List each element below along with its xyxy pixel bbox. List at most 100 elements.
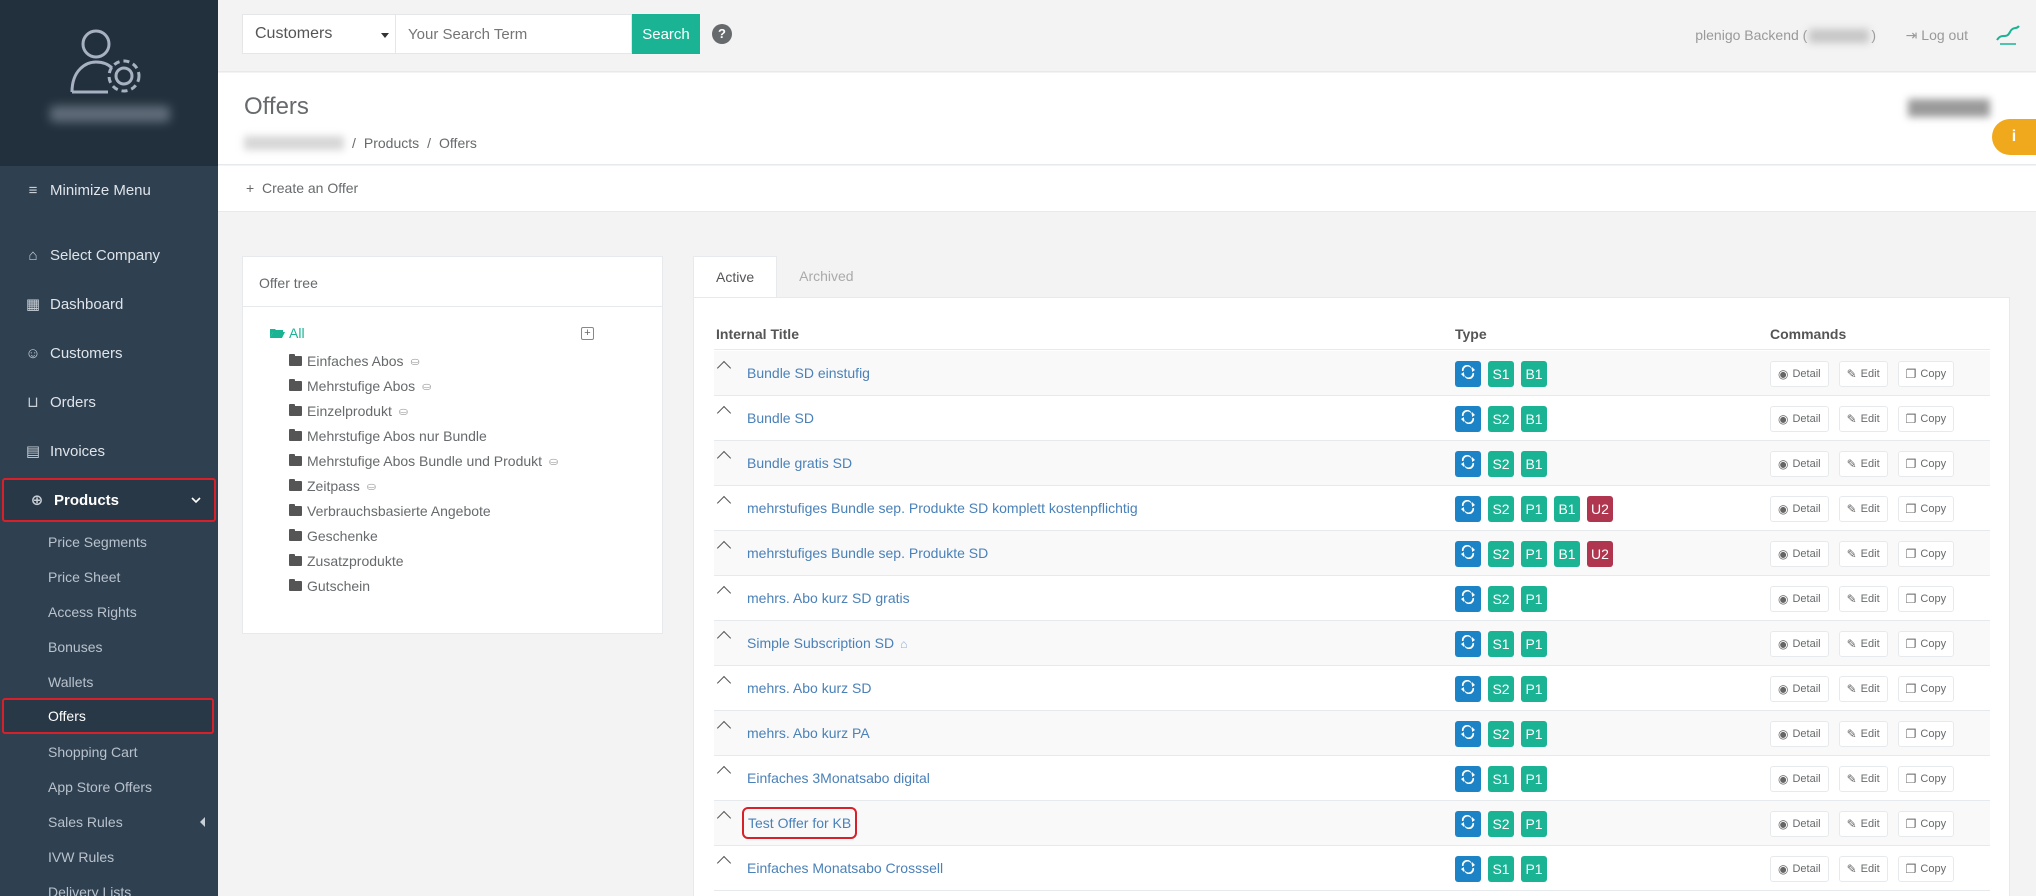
offer-title-link[interactable]: Einfaches Monatsabo Crosssell	[747, 860, 943, 876]
logout-link[interactable]: ⇥ Log out	[1906, 27, 1968, 44]
offer-title-link[interactable]: Test Offer for KB	[742, 807, 858, 839]
sidebar-subitem-bonuses[interactable]: Bonuses	[48, 636, 102, 658]
detail-button[interactable]: ◉ Detail	[1770, 406, 1829, 432]
tree-node[interactable]: Einfaches Abos ⛀	[289, 351, 420, 371]
tree-node-all[interactable]: All	[269, 325, 305, 341]
detail-button[interactable]: ◉ Detail	[1770, 541, 1829, 567]
copy-button[interactable]: ❐ Copy	[1897, 631, 1955, 657]
offer-title-link[interactable]: mehrs. Abo kurz SD	[747, 680, 872, 696]
chevron-up-icon[interactable]	[716, 675, 732, 691]
copy-button[interactable]: ❐ Copy	[1897, 541, 1955, 567]
sidebar-item-products[interactable]: ⊕ Products	[2, 478, 216, 522]
copy-button[interactable]: ❐ Copy	[1897, 361, 1955, 387]
edit-button[interactable]: ✎ Edit	[1838, 676, 1888, 702]
tree-node[interactable]: Einzelprodukt ⛀	[289, 401, 408, 421]
edit-button[interactable]: ✎ Edit	[1838, 721, 1888, 747]
sidebar-subitem-shopping-cart[interactable]: Shopping Cart	[48, 741, 138, 763]
tree-node[interactable]: Geschenke	[289, 526, 378, 546]
sidebar-item-select-company[interactable]: ⌂ Select Company	[0, 233, 218, 277]
edit-button[interactable]: ✎ Edit	[1838, 856, 1888, 882]
edit-button[interactable]: ✎ Edit	[1838, 361, 1888, 387]
sidebar-subitem-sales-rules[interactable]: Sales Rules	[48, 811, 218, 833]
chevron-up-icon[interactable]	[716, 630, 732, 646]
copy-button[interactable]: ❐ Copy	[1897, 586, 1955, 612]
tree-node[interactable]: Mehrstufige Abos ⛀	[289, 376, 431, 396]
chevron-up-icon[interactable]	[716, 540, 732, 556]
offer-title-link[interactable]: Bundle SD	[747, 410, 814, 426]
copy-button[interactable]: ❐ Copy	[1897, 766, 1955, 792]
search-scope-select[interactable]: Customers	[242, 14, 396, 54]
detail-button[interactable]: ◉ Detail	[1770, 451, 1829, 477]
chevron-up-icon[interactable]	[716, 495, 732, 511]
chevron-up-icon[interactable]	[716, 720, 732, 736]
detail-button[interactable]: ◉ Detail	[1770, 631, 1829, 657]
plenigo-logo-icon[interactable]	[1994, 22, 2022, 46]
edit-button[interactable]: ✎ Edit	[1838, 406, 1888, 432]
offer-title-link[interactable]: Bundle gratis SD	[747, 455, 852, 471]
detail-button[interactable]: ◉ Detail	[1770, 811, 1829, 837]
copy-button[interactable]: ❐ Copy	[1897, 856, 1955, 882]
copy-button[interactable]: ❐ Copy	[1897, 496, 1955, 522]
detail-button[interactable]: ◉ Detail	[1770, 721, 1829, 747]
tab-active[interactable]: Active	[693, 256, 778, 298]
detail-button[interactable]: ◉ Detail	[1770, 361, 1829, 387]
offer-title-link[interactable]: mehrs. Abo kurz PA	[747, 725, 870, 741]
tree-node[interactable]: Mehrstufige Abos Bundle und Produkt ⛀	[289, 451, 558, 471]
info-button[interactable]: i	[1992, 119, 2036, 155]
edit-button[interactable]: ✎ Edit	[1838, 631, 1888, 657]
help-icon[interactable]: ?	[712, 24, 732, 44]
detail-button[interactable]: ◉ Detail	[1770, 586, 1829, 612]
sidebar-item-orders[interactable]: ⊔ Orders	[0, 380, 218, 424]
offer-title-link[interactable]: Einfaches 3Monatsabo digital	[747, 770, 930, 786]
chevron-up-icon[interactable]	[716, 765, 732, 781]
copy-button[interactable]: ❐ Copy	[1897, 406, 1955, 432]
offer-title-link[interactable]: mehrstufiges Bundle sep. Produkte SD	[747, 545, 988, 561]
sidebar-item-customers[interactable]: ☺ Customers	[0, 331, 218, 375]
offer-title-link[interactable]: Bundle SD einstufig	[747, 365, 870, 381]
offer-title-link[interactable]: mehrs. Abo kurz SD gratis	[747, 590, 910, 606]
chevron-up-icon[interactable]	[716, 855, 732, 871]
detail-button[interactable]: ◉ Detail	[1770, 766, 1829, 792]
tree-node[interactable]: Verbrauchsbasierte Angebote	[289, 501, 491, 521]
edit-button[interactable]: ✎ Edit	[1838, 541, 1888, 567]
user-name-blurred[interactable]	[50, 106, 170, 122]
edit-button[interactable]: ✎ Edit	[1838, 496, 1888, 522]
chevron-up-icon[interactable]	[716, 405, 732, 421]
chevron-up-icon[interactable]	[716, 450, 732, 466]
create-offer-button[interactable]: + Create an Offer	[246, 180, 358, 196]
sidebar-item-dashboard[interactable]: ▦ Dashboard	[0, 282, 218, 326]
tab-archived[interactable]: Archived	[777, 256, 875, 298]
detail-button[interactable]: ◉ Detail	[1770, 496, 1829, 522]
sidebar-subitem-ivw-rules[interactable]: IVW Rules	[48, 846, 114, 868]
copy-button[interactable]: ❐ Copy	[1897, 811, 1955, 837]
tree-node[interactable]: Mehrstufige Abos nur Bundle	[289, 426, 487, 446]
tree-node[interactable]: Gutschein	[289, 576, 370, 596]
edit-button[interactable]: ✎ Edit	[1838, 766, 1888, 792]
edit-button[interactable]: ✎ Edit	[1838, 586, 1888, 612]
offer-title-link[interactable]: Simple Subscription SD ⌂	[747, 635, 907, 651]
search-button[interactable]: Search	[632, 14, 700, 54]
sidebar-subitem-wallets[interactable]: Wallets	[48, 671, 93, 693]
sidebar-subitem-offers[interactable]: Offers	[2, 698, 214, 734]
sidebar-item-invoices[interactable]: ▤ Invoices	[0, 429, 218, 473]
breadcrumb-products[interactable]: Products	[364, 135, 419, 151]
sidebar-subitem-delivery-lists[interactable]: Delivery Lists	[48, 881, 131, 896]
edit-button[interactable]: ✎ Edit	[1838, 811, 1888, 837]
sidebar-item-minimize-menu[interactable]: ≡ Minimize Menu	[0, 168, 218, 212]
sidebar-subitem-access-rights[interactable]: Access Rights	[48, 601, 137, 623]
tree-node[interactable]: Zeitpass ⛀	[289, 476, 376, 496]
chevron-up-icon[interactable]	[716, 810, 732, 826]
chevron-up-icon[interactable]	[716, 360, 732, 376]
search-input[interactable]	[396, 14, 632, 54]
copy-button[interactable]: ❐ Copy	[1897, 721, 1955, 747]
edit-button[interactable]: ✎ Edit	[1838, 451, 1888, 477]
copy-button[interactable]: ❐ Copy	[1897, 676, 1955, 702]
breadcrumb-company-blurred[interactable]	[244, 136, 344, 150]
offer-title-link[interactable]: mehrstufiges Bundle sep. Produkte SD kom…	[747, 500, 1138, 516]
detail-button[interactable]: ◉ Detail	[1770, 856, 1829, 882]
copy-button[interactable]: ❐ Copy	[1897, 451, 1955, 477]
tree-node[interactable]: Zusatzprodukte	[289, 551, 404, 571]
detail-button[interactable]: ◉ Detail	[1770, 676, 1829, 702]
add-folder-icon[interactable]: +	[581, 327, 594, 340]
chevron-up-icon[interactable]	[716, 585, 732, 601]
